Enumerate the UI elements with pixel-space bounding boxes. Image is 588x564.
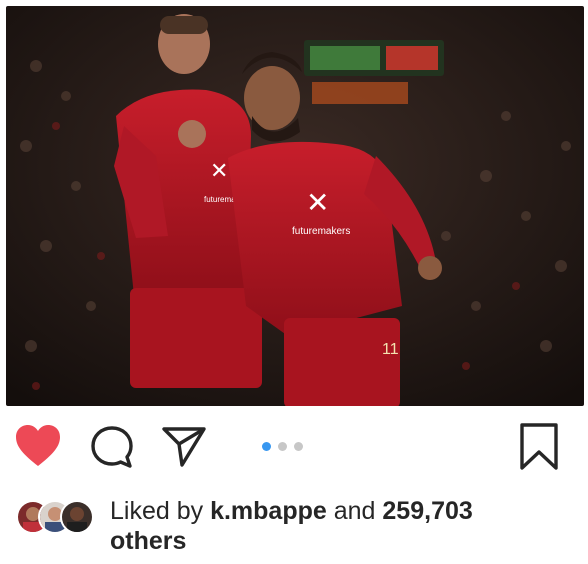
bookmark-icon[interactable] [516, 422, 562, 472]
action-bar [0, 406, 588, 488]
likes-summary: Liked by k.mbappe and 259,703 others [14, 494, 574, 558]
svg-text:futuremakers: futuremakers [292, 226, 350, 237]
carousel-dot-active [262, 442, 271, 451]
share-icon[interactable] [160, 424, 208, 468]
liker-avatars[interactable] [16, 500, 108, 534]
likes-connector: and [333, 497, 376, 525]
carousel-dot [294, 442, 303, 451]
heart-icon[interactable] [14, 424, 62, 468]
liker-username[interactable]: k.mbappe [210, 497, 327, 525]
carousel-indicator [262, 442, 303, 452]
likes-prefix: Liked by [110, 497, 204, 525]
post-photo[interactable]: futuremak ✕ ✕ futuremakers 11 [6, 6, 584, 406]
instagram-post: futuremak ✕ ✕ futuremakers 11 Liked by k… [0, 0, 588, 564]
svg-text:11: 11 [382, 341, 399, 358]
likes-others[interactable]: others [110, 526, 186, 556]
comment-icon[interactable] [88, 424, 136, 470]
photo-icon: futuremak ✕ ✕ futuremakers 11 [6, 6, 584, 406]
likes-line: Liked by k.mbappe and 259,703 [110, 496, 580, 526]
carousel-dot [278, 442, 287, 451]
svg-text:✕: ✕ [210, 158, 228, 183]
likes-count[interactable]: 259,703 [382, 497, 472, 525]
svg-text:✕: ✕ [306, 187, 329, 218]
avatar-k-mbappe [60, 500, 94, 534]
